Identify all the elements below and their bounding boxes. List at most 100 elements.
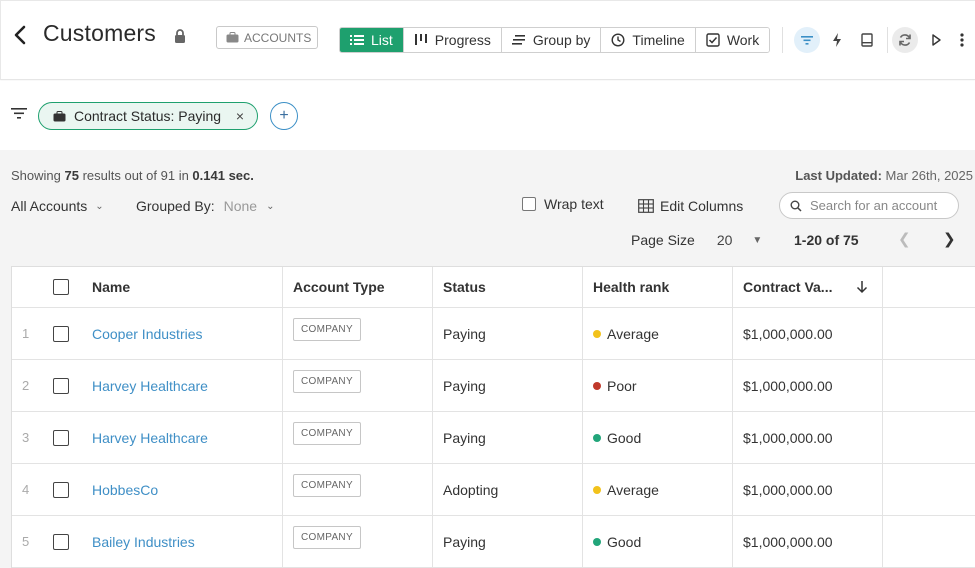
page-title: Customers <box>43 20 156 46</box>
row-checkbox[interactable] <box>53 429 69 446</box>
view-tab-work[interactable]: Work <box>695 28 770 52</box>
automation-button[interactable] <box>824 27 850 53</box>
add-filter-button[interactable]: + <box>270 102 298 130</box>
table-row[interactable]: 4 HobbesCo COMPANY Adopting Average $1,0… <box>12 464 975 516</box>
grouped-by-dropdown[interactable]: Grouped By: None ⌄ <box>136 198 274 214</box>
page-size-control: Page Size 20 ▼ <box>631 232 762 248</box>
view-tab-progress[interactable]: Progress <box>403 28 502 52</box>
row-index: 4 <box>22 482 30 497</box>
column-header-account-type[interactable]: Account Type <box>293 267 385 307</box>
column-divider <box>582 267 583 307</box>
column-header-name[interactable]: Name <box>92 267 130 307</box>
table-grid-icon <box>638 199 654 213</box>
account-name-link[interactable]: Bailey Industries <box>92 516 195 567</box>
filter-chip-contract-status[interactable]: Contract Status: Paying × <box>38 102 258 130</box>
column-divider <box>432 516 433 567</box>
back-chevron-icon[interactable] <box>11 23 31 47</box>
status-cell: Adopting <box>443 481 499 498</box>
wrap-text-toggle[interactable]: Wrap text <box>522 196 604 212</box>
filter-toggle-button[interactable] <box>794 27 820 53</box>
grouped-by-label: Grouped By: <box>136 198 215 214</box>
column-header-health-rank[interactable]: Health rank <box>593 267 669 307</box>
column-divider <box>282 412 283 463</box>
view-tab-timeline[interactable]: Timeline <box>601 28 696 52</box>
panel-icon <box>861 33 873 47</box>
column-divider <box>882 464 883 515</box>
view-tab-list[interactable]: List <box>340 28 404 52</box>
contract-value-cell: $1,000,000.00 <box>743 429 833 446</box>
row-checkbox[interactable] <box>53 325 69 342</box>
account-name-link[interactable]: Cooper Industries <box>92 308 203 359</box>
view-tab-label: Timeline <box>632 32 685 48</box>
account-type-cell: COMPANY <box>293 360 361 411</box>
next-page-icon[interactable]: ❯ <box>943 230 956 248</box>
column-header-status[interactable]: Status <box>443 267 486 307</box>
accounts-table: Name Account Type Status Health rank Con… <box>11 266 975 568</box>
column-divider <box>882 412 883 463</box>
clock-icon <box>611 33 625 47</box>
column-header-contract-value[interactable]: Contract Va... <box>743 267 832 307</box>
column-divider <box>882 267 883 307</box>
account-name-link[interactable]: HobbesCo <box>92 464 158 515</box>
health-rank-label: Good <box>607 533 642 550</box>
account-type-badge: COMPANY <box>293 370 361 393</box>
health-status-dot-icon <box>593 433 601 442</box>
view-tab-group-by[interactable]: Group by <box>501 28 602 52</box>
wrap-text-checkbox[interactable] <box>522 197 536 211</box>
table-body: 1 Cooper Industries COMPANY Paying Avera… <box>12 308 975 568</box>
table-row[interactable]: 3 Harvey Healthcare COMPANY Paying Good … <box>12 412 975 464</box>
chevron-down-icon: ⌄ <box>95 200 104 212</box>
health-rank-cell: Poor <box>593 360 637 411</box>
filter-icon[interactable] <box>10 105 28 121</box>
account-name-link[interactable]: Harvey Healthcare <box>92 360 208 411</box>
lightning-icon <box>833 33 841 47</box>
row-checkbox[interactable] <box>53 377 69 394</box>
health-status-dot-icon <box>593 381 601 390</box>
caret-down-icon: ▼ <box>752 234 763 246</box>
column-divider <box>732 267 733 307</box>
account-type-badge: COMPANY <box>293 318 361 341</box>
table-row[interactable]: 5 Bailey Industries COMPANY Paying Good … <box>12 516 975 568</box>
more-options-button[interactable] <box>949 27 975 53</box>
table-row[interactable]: 2 Harvey Healthcare COMPANY Paying Poor … <box>12 360 975 412</box>
row-index: 2 <box>22 378 30 393</box>
previous-page-icon[interactable]: ❮ <box>898 230 911 248</box>
status-cell: Paying <box>443 325 486 342</box>
row-select-cell <box>53 516 69 567</box>
filter-bar: Contract Status: Paying × + <box>0 81 975 150</box>
results-summary: Showing 75 results out of 91 in 0.141 se… <box>11 168 254 183</box>
select-all-cell <box>53 267 69 307</box>
filter-chip-label: Contract Status: Paying <box>74 108 222 124</box>
search-input[interactable] <box>810 198 950 213</box>
results-total: 91 <box>160 168 176 183</box>
status-cell: Paying <box>443 377 486 394</box>
accounts-tag[interactable]: ACCOUNTS <box>216 26 318 49</box>
health-rank-label: Average <box>607 325 659 342</box>
row-select-cell <box>53 308 69 359</box>
account-type-cell: COMPANY <box>293 464 361 515</box>
column-divider <box>282 464 283 515</box>
progress-icon <box>414 34 427 45</box>
column-divider <box>282 360 283 411</box>
page-size-select[interactable]: 20 ▼ <box>717 232 762 248</box>
account-name-link[interactable]: Harvey Healthcare <box>92 412 208 463</box>
play-button[interactable] <box>923 27 949 53</box>
account-search <box>779 192 959 219</box>
row-checkbox[interactable] <box>53 481 69 498</box>
toolbar-divider <box>782 27 783 53</box>
column-divider <box>432 308 433 359</box>
close-icon[interactable]: × <box>236 108 244 124</box>
row-checkbox[interactable] <box>53 533 69 550</box>
layout-button[interactable] <box>854 27 880 53</box>
account-scope-dropdown[interactable]: All Accounts ⌄ <box>11 198 104 214</box>
edit-columns-button[interactable]: Edit Columns <box>638 198 743 214</box>
table-row[interactable]: 1 Cooper Industries COMPANY Paying Avera… <box>12 308 975 360</box>
select-all-checkbox[interactable] <box>53 279 69 295</box>
page-size-value: 20 <box>716 232 733 248</box>
account-type-badge: COMPANY <box>293 422 361 445</box>
refresh-button[interactable] <box>892 27 918 53</box>
sort-descending-icon[interactable] <box>855 267 869 307</box>
list-icon <box>350 35 364 45</box>
view-tab-label: Group by <box>532 32 591 48</box>
view-tab-label: Progress <box>434 32 491 48</box>
